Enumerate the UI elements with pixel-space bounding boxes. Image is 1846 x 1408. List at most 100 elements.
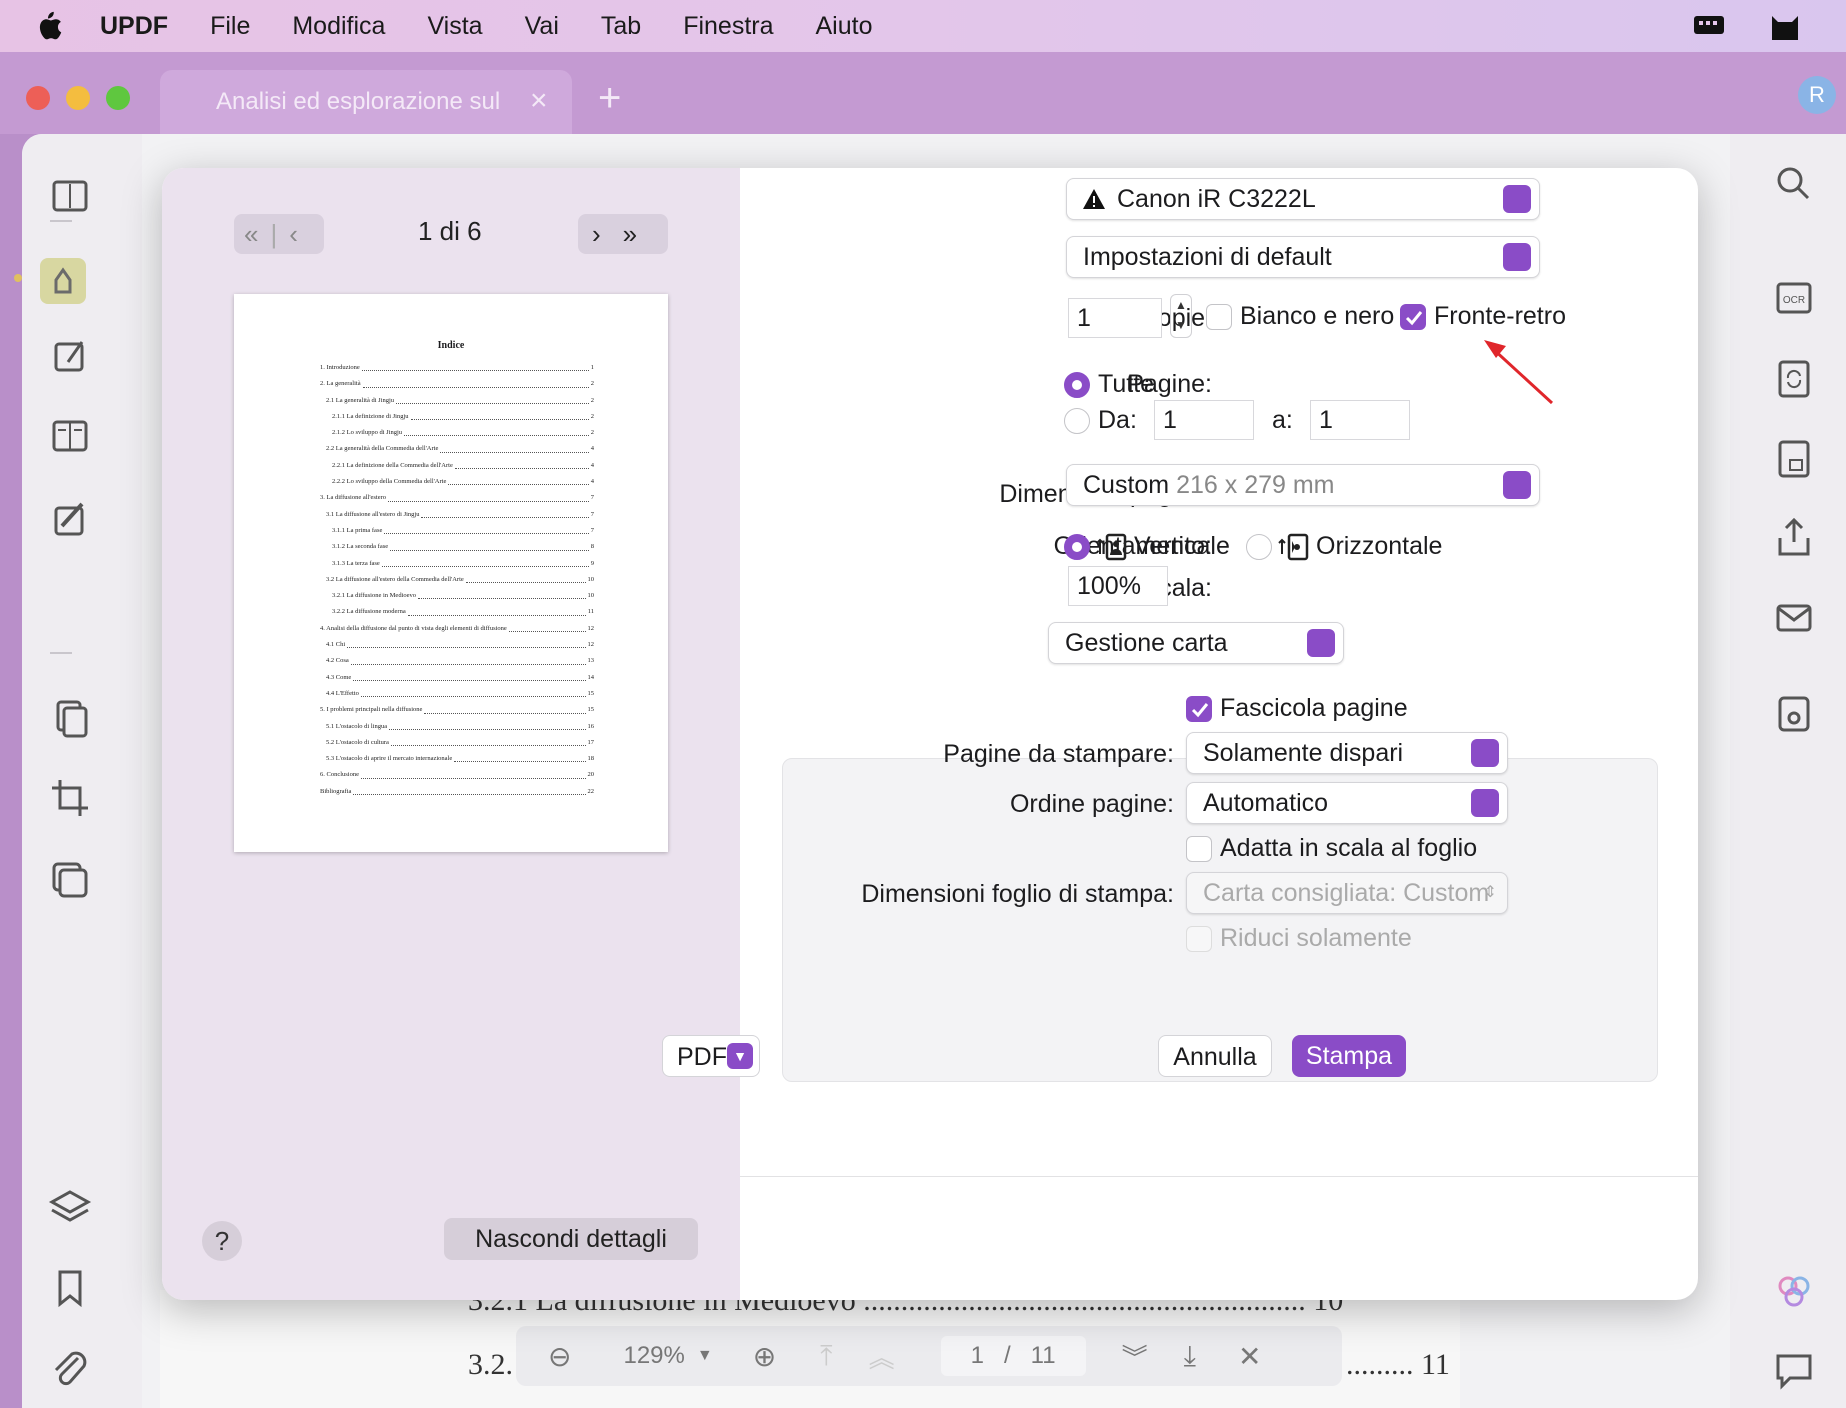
copies-stepper[interactable]: ▲ ▼ (1170, 294, 1192, 338)
pages-range-radio[interactable] (1064, 408, 1090, 434)
toc-row: 5.1 L'ostacolo di lingua 16 (320, 719, 594, 735)
prev-page-icon[interactable]: ︽ (869, 1338, 895, 1375)
menu-aiuto[interactable]: Aiuto (816, 12, 873, 41)
scale-input[interactable]: 100% (1068, 566, 1168, 606)
page-order-select[interactable]: Automatico (1186, 782, 1508, 824)
zoom-window-button[interactable] (106, 86, 130, 110)
help-button[interactable]: ? (202, 1221, 242, 1261)
zoom-out-icon[interactable]: ⊖ (548, 1340, 571, 1373)
page-size-select[interactable]: Custom 216 x 279 mm (1066, 464, 1540, 506)
ai-assistant-icon[interactable] (1770, 1268, 1818, 1316)
organize-icon[interactable] (46, 412, 94, 460)
left-toolbar (14, 134, 142, 1408)
attachment-icon[interactable] (46, 1344, 94, 1392)
page-number-field[interactable]: 1 / 11 (940, 1336, 1086, 1376)
pages-to-print-select[interactable]: Solamente dispari (1186, 732, 1508, 774)
zoom-level[interactable]: 129% (623, 1342, 684, 1370)
pdf-menu-button[interactable]: PDF ▼ (662, 1035, 760, 1077)
convert-icon[interactable] (1770, 354, 1818, 402)
reader-icon[interactable] (46, 172, 94, 220)
bookmark-icon[interactable] (46, 1264, 94, 1312)
document-tab[interactable]: Analisi ed esplorazione sul × (160, 70, 572, 134)
close-toolbar-icon[interactable]: ✕ (1238, 1340, 1261, 1373)
updown-icon (1503, 243, 1531, 271)
share-icon[interactable] (1770, 514, 1818, 562)
toc-row: 4.3 Come 14 (320, 670, 594, 686)
layers-icon[interactable] (46, 1184, 94, 1232)
page-size-value: Custom (1083, 471, 1170, 499)
tab-close-icon[interactable]: × (530, 84, 548, 118)
sign-icon[interactable] (46, 494, 94, 542)
new-tab-button[interactable]: + (598, 76, 621, 121)
search-icon[interactable] (1770, 160, 1818, 208)
zoom-toolbar: ⊖ 129% ▼ ⊕ ⤒ ︽ 1 / 11 ︾ ⤓ ✕ (516, 1326, 1342, 1386)
pages-icon[interactable] (46, 694, 94, 742)
cancel-button[interactable]: Annulla (1158, 1035, 1272, 1077)
collate-label: Fascicola pagine (1220, 694, 1408, 722)
pages-all-radio[interactable] (1064, 372, 1090, 398)
preset-select[interactable]: Impostazioni di default (1066, 236, 1540, 278)
menu-vai[interactable]: Vai (525, 12, 559, 41)
toc-row: 3.1.2 La seconda fase 8 (320, 539, 594, 555)
table-of-contents: 1. Introduzione 1 2. La generalità 2 2.1 La … (320, 360, 594, 800)
zoom-dropdown-icon[interactable]: ▼ (697, 1347, 713, 1365)
game-controller-icon[interactable] (1692, 10, 1726, 40)
hide-details-button[interactable]: Nascondi dettagli (444, 1218, 698, 1260)
toc-row: 2.1.2 Lo sviluppo di Jingju 2 (320, 425, 594, 441)
toc-row: 3.1.3 La terza fase 9 (320, 556, 594, 572)
pages-from-input[interactable]: 1 (1154, 400, 1254, 440)
ocr-icon[interactable]: OCR (1770, 274, 1818, 322)
portrait-radio[interactable] (1064, 534, 1090, 560)
menu-modifica[interactable]: Modifica (292, 12, 385, 41)
last-page-icon[interactable]: ⤓ (1184, 1340, 1196, 1373)
collate-checkbox[interactable] (1186, 696, 1212, 722)
copies-input[interactable]: 1 (1068, 298, 1162, 338)
highlight-tool-active[interactable] (40, 258, 86, 304)
updown-icon (1503, 471, 1531, 499)
first-page-icon[interactable]: ⤒ (820, 1340, 832, 1373)
updown-icon (1471, 789, 1499, 817)
comment-icon[interactable] (1770, 1346, 1818, 1394)
batch-icon[interactable] (46, 856, 94, 904)
active-indicator (14, 274, 22, 282)
last-preview-page-icon[interactable]: » (623, 219, 637, 250)
toc-row: 5. I problemi principali nella diffusion… (320, 702, 594, 718)
section-select[interactable]: Gestione carta (1048, 622, 1344, 664)
menu-vista[interactable]: Vista (427, 12, 482, 41)
fit-to-paper-label: Adatta in scala al foglio (1220, 834, 1478, 862)
pages-to-input[interactable]: 1 (1310, 400, 1410, 440)
sheet-size-select: Carta consigliata: Custom ⇕ (1186, 872, 1508, 914)
crop-icon[interactable] (46, 774, 94, 822)
preview-forward-nav: › » (578, 214, 668, 254)
sheet-size-label: Dimensioni foglio di stampa: (861, 880, 1174, 908)
prev-preview-page-icon[interactable]: ‹ (289, 219, 298, 250)
fit-to-paper-checkbox[interactable] (1186, 836, 1212, 862)
print-dialog: « | ‹ 1 di 6 › » Indice 1. Introduzione 1… (162, 168, 1698, 1300)
footer-divider (740, 1176, 1698, 1177)
toc-row: Bibliografia 22 (320, 784, 594, 800)
edit-icon[interactable] (46, 332, 94, 380)
page-order-label: Ordine pagine: (1009, 790, 1174, 818)
menu-finestra[interactable]: Finestra (683, 12, 773, 41)
toc-row: 3.1 La diffusione all'estero di Jingju 7 (320, 507, 594, 523)
apple-icon[interactable] (34, 10, 64, 42)
minimize-window-button[interactable] (66, 86, 90, 110)
toc-row: 2. La generalità 2 (320, 376, 594, 392)
landscape-radio[interactable] (1246, 534, 1272, 560)
menu-tab[interactable]: Tab (601, 12, 641, 41)
mail-icon[interactable] (1770, 594, 1818, 642)
next-preview-page-icon[interactable]: › (592, 219, 601, 250)
close-window-button[interactable] (26, 86, 50, 110)
menu-app-name[interactable]: UPDF (100, 12, 168, 41)
zoom-in-icon[interactable]: ⊕ (753, 1340, 776, 1373)
protect-icon[interactable] (1770, 434, 1818, 482)
first-preview-page-icon[interactable]: « (244, 219, 258, 250)
bw-checkbox[interactable] (1206, 304, 1232, 330)
print-button[interactable]: Stampa (1292, 1035, 1406, 1077)
next-page-icon[interactable]: ︾ (1122, 1338, 1148, 1375)
menu-file[interactable]: File (210, 12, 250, 41)
cat-icon[interactable] (1768, 10, 1802, 42)
save-icon[interactable] (1770, 690, 1818, 738)
printer-select[interactable]: Canon iR C3222L (1066, 178, 1540, 220)
avatar[interactable]: R (1798, 76, 1836, 114)
